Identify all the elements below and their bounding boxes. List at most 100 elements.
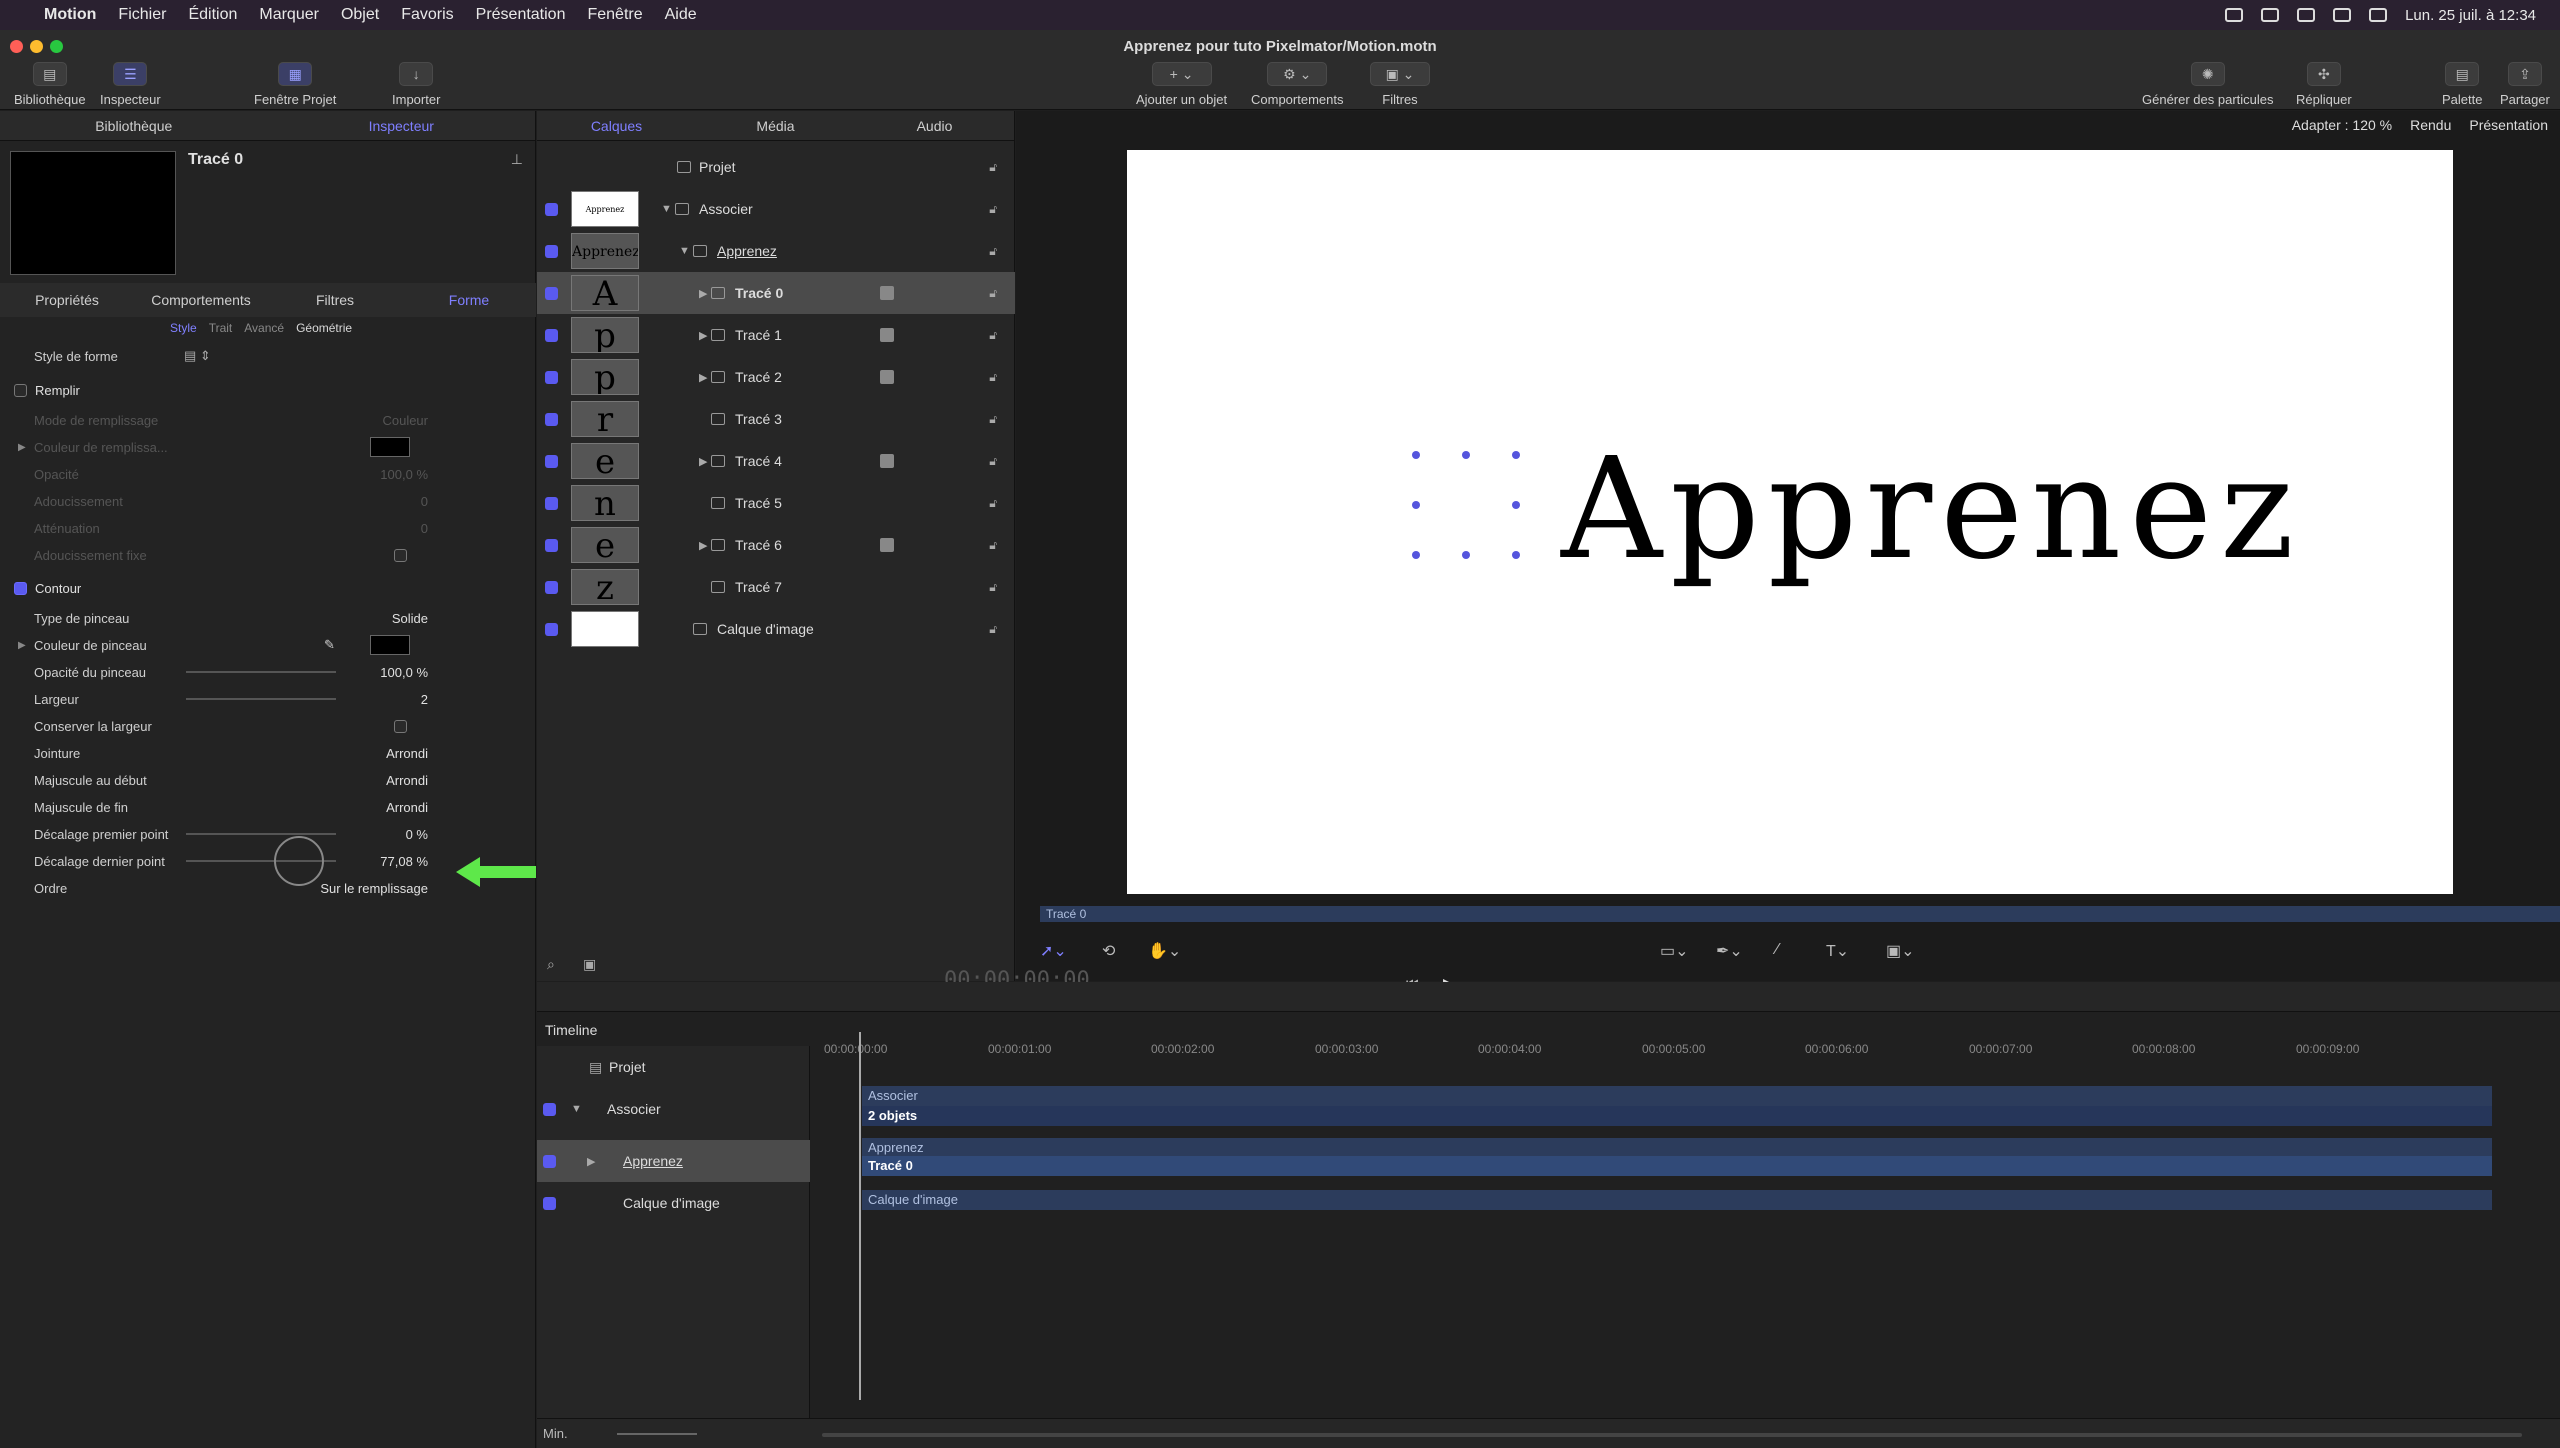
track-bar-image[interactable]: Calque d'image (862, 1190, 2492, 1210)
layer-row-image[interactable]: Calque d'image 🔓︎ (537, 608, 1015, 650)
disclosure-icon[interactable]: ▶ (699, 287, 707, 300)
layer-checkbox[interactable] (545, 328, 558, 342)
lock-icon[interactable]: 🔓︎ (989, 580, 997, 595)
lock-icon[interactable]: 🔓︎ (989, 412, 997, 427)
timeline-ruler[interactable]: 00:00:00:00 00:00:01:00 00:00:02:00 00:0… (824, 1038, 2554, 1058)
layer-row-projet[interactable]: Projet 🔓︎ (537, 146, 1015, 188)
layer-checkbox[interactable] (543, 1196, 556, 1210)
mini-timeline-bar[interactable]: Tracé 0 (1040, 906, 2560, 922)
zoom-selector[interactable]: Adapter : 120 % (2292, 117, 2392, 133)
lock-icon[interactable]: 🔓︎ (989, 202, 997, 217)
share-button[interactable]: ⇪ Partager (2500, 62, 2550, 107)
filters-button[interactable]: ▣ ⌄ Filtres (1370, 62, 1430, 107)
lock-icon[interactable]: 🔓︎ (989, 538, 997, 553)
timeline-row-image[interactable]: Calque d'image (537, 1182, 810, 1224)
canvas[interactable]: Apprenez (1127, 150, 2453, 894)
select-tool-icon[interactable]: ➚⌄ (1040, 941, 1067, 961)
layer-row-apprenez[interactable]: Apprenez ▼ Apprenez 🔓︎ (537, 230, 1015, 272)
transform-tool-icon[interactable]: ⟲ (1102, 941, 1115, 961)
replicate-button[interactable]: ✣ Répliquer (2296, 62, 2352, 107)
tab-library[interactable]: Bibliothèque (0, 111, 268, 140)
disclosure-icon[interactable]: ▶ (699, 539, 707, 552)
disclosure-icon[interactable]: ▼ (571, 1103, 582, 1115)
layer-row-trace-7[interactable]: z Tracé 7 🔓︎ (537, 566, 1015, 608)
shape-tool-icon[interactable]: ▭⌄ (1660, 941, 1689, 961)
layer-row-associer[interactable]: Apprenez ▼ Associer 🔓︎ (537, 188, 1015, 230)
library-button[interactable]: ▤ Bibliothèque (14, 62, 86, 107)
layer-row-trace-5[interactable]: n Tracé 5 🔓︎ (537, 482, 1015, 524)
timeline-row-associer[interactable]: ▼ Associer (537, 1088, 810, 1130)
track-bar-apprenez[interactable]: Apprenez (862, 1138, 2492, 1158)
disclosure-icon[interactable]: ▶ (699, 329, 707, 342)
tab-shape[interactable]: Forme (402, 283, 536, 317)
menu-favoris[interactable]: Favoris (401, 6, 453, 24)
wifi-icon[interactable] (2297, 8, 2316, 22)
menu-fichier[interactable]: Fichier (118, 6, 166, 24)
menu-presentation[interactable]: Présentation (476, 6, 566, 24)
tab-properties[interactable]: Propriétés (0, 283, 134, 317)
outline-checkbox[interactable] (14, 582, 27, 595)
layer-row-trace-2[interactable]: p ▶ Tracé 2 🔓︎ (537, 356, 1015, 398)
subtab-advanced[interactable]: Avancé (244, 321, 284, 335)
inspector-button[interactable]: ☰ Inspecteur (100, 62, 161, 107)
shape-style-picker[interactable]: ▤ ⇕ (184, 348, 211, 364)
selection-handles-icon[interactable] (1411, 450, 1521, 560)
disclosure-icon[interactable]: ▼ (679, 245, 690, 257)
zoom-slider[interactable] (617, 1433, 697, 1435)
track-bar-trace-0[interactable]: Tracé 0 (862, 1156, 2492, 1176)
menu-edition[interactable]: Édition (188, 6, 237, 24)
layer-row-trace-0[interactable]: A ▶ Tracé 0 🔓︎ (537, 272, 1015, 314)
layout-icon[interactable]: ▣ (583, 956, 596, 973)
subtab-stroke[interactable]: Trait (209, 321, 233, 335)
add-object-button[interactable]: + ⌄ Ajouter un objet (1136, 62, 1227, 107)
disclosure-icon[interactable]: ▶ (699, 371, 707, 384)
layer-checkbox[interactable] (545, 370, 558, 384)
disclosure-icon[interactable]: ▶ (699, 455, 707, 468)
disclosure-icon[interactable]: ▼ (661, 203, 672, 215)
disclosure-icon[interactable]: ▶ (18, 442, 26, 453)
lock-icon[interactable]: 🔓︎ (989, 454, 997, 469)
tab-behaviors[interactable]: Comportements (134, 283, 268, 317)
generate-particles-button[interactable]: ✺ Générer des particules (2142, 62, 2274, 107)
brush-opacity-slider[interactable] (186, 671, 336, 673)
track-bar-associer[interactable]: Associer (862, 1086, 2492, 1106)
canvas-text[interactable]: Apprenez (1561, 440, 2302, 580)
disclosure-icon[interactable]: ▶ (587, 1155, 595, 1168)
lock-icon[interactable]: 🔓︎ (989, 496, 997, 511)
first-point-offset-slider[interactable] (186, 833, 336, 835)
menu-objet[interactable]: Objet (341, 6, 379, 24)
layer-checkbox[interactable] (543, 1102, 556, 1116)
menu-fenetre[interactable]: Fenêtre (587, 6, 642, 24)
playhead[interactable] (859, 1032, 861, 1400)
layer-checkbox[interactable] (545, 538, 558, 552)
layer-checkbox[interactable] (545, 580, 558, 594)
search-icon[interactable] (2333, 8, 2352, 22)
layer-checkbox[interactable] (545, 286, 558, 300)
timeline-row-projet[interactable]: ▤ Projet (537, 1046, 810, 1088)
duration-selector[interactable]: Min. (543, 1426, 568, 1441)
tab-filters[interactable]: Filtres (268, 283, 402, 317)
lock-icon[interactable]: 🔓︎ (989, 328, 997, 343)
width-slider[interactable] (186, 698, 336, 700)
layer-checkbox[interactable] (543, 1154, 556, 1168)
tab-inspector[interactable]: Inspecteur (268, 111, 536, 140)
text-tool-icon[interactable]: T⌄ (1826, 941, 1849, 961)
mask-tool-icon[interactable]: ▣⌄ (1886, 941, 1915, 961)
layer-checkbox[interactable] (545, 412, 558, 426)
fixed-feather-checkbox[interactable] (394, 548, 407, 562)
menu-marquer[interactable]: Marquer (259, 6, 319, 24)
brush-tool-icon[interactable]: ∕ (1776, 941, 1779, 959)
pin-icon[interactable]: ⊥ (511, 151, 523, 168)
timeline-scrollbar[interactable] (822, 1433, 2522, 1437)
tab-media[interactable]: Média (696, 111, 855, 140)
menu-app[interactable]: Motion (44, 6, 96, 24)
layer-checkbox[interactable] (545, 454, 558, 468)
lock-icon[interactable]: 🔓︎ (989, 622, 997, 637)
render-menu[interactable]: Rendu (2410, 117, 2451, 133)
status-icon[interactable] (2261, 8, 2280, 22)
behaviors-button[interactable]: ⚙ ⌄ Comportements (1251, 62, 1343, 107)
import-button[interactable]: ↓ Importer (392, 62, 440, 107)
subtab-geometry[interactable]: Géométrie (296, 321, 352, 335)
preserve-width-checkbox[interactable] (394, 719, 407, 733)
disclosure-icon[interactable]: ▶ (18, 640, 26, 651)
